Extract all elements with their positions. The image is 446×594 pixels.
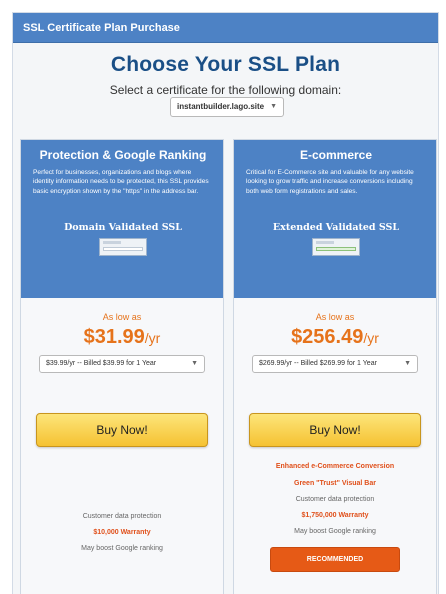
plan-description: Critical for E-Commerce site and valuabl… <box>246 169 414 195</box>
price-period: /yr <box>144 330 161 346</box>
feature-item-highlight: Green "Trust" Visual Bar <box>294 480 376 487</box>
panel-header: SSL Certificate Plan Purchase <box>13 13 438 43</box>
plan-price: $31.99/yr <box>21 326 223 349</box>
warranty-item: $1,750,000 Warranty <box>301 512 369 519</box>
chevron-down-icon: ▼ <box>191 360 198 367</box>
domain-select-value: instantbuilder.lago.site <box>177 102 265 111</box>
plan-price: $256.49/yr <box>234 326 436 349</box>
plan-title: Protection & Google Ranking <box>39 148 207 162</box>
feature-item: May boost Google ranking <box>294 528 376 535</box>
warranty-item: $10,000 Warranty <box>93 529 151 536</box>
ssl-type-label: Extended Validated SSL <box>272 222 400 233</box>
billing-term-select[interactable]: $269.99/yr -- Billed $269.99 for 1 Year … <box>252 355 418 373</box>
as-low-as-label: As low as <box>315 312 355 322</box>
buy-now-button[interactable]: Buy Now! <box>249 413 421 447</box>
ssl-purchase-panel: SSL Certificate Plan Purchase Choose You… <box>12 12 439 594</box>
plan-description: Perfect for businesses, organizations an… <box>33 169 209 195</box>
feature-item: May boost Google ranking <box>81 545 163 552</box>
plan-card-ecommerce: E-commerce Critical for E-Commerce site … <box>233 139 437 594</box>
page-subtitle: Select a certificate for the following d… <box>109 83 342 97</box>
billing-term-value: $39.99/yr -- Billed $39.99 for 1 Year <box>46 360 157 367</box>
billing-term-select[interactable]: $39.99/yr -- Billed $39.99 for 1 Year ▼ <box>39 355 205 373</box>
buy-now-button[interactable]: Buy Now! <box>36 413 208 447</box>
browser-address-bar-image <box>312 238 360 256</box>
ssl-type-label: Domain Validated SSL <box>64 222 182 233</box>
billing-term-value: $269.99/yr -- Billed $269.99 for 1 Year <box>259 360 377 367</box>
plan-card-header: E-commerce Critical for E-Commerce site … <box>234 140 436 298</box>
plan-title: E-commerce <box>299 148 373 162</box>
price-period: /yr <box>363 330 379 346</box>
browser-address-bar-image <box>99 238 147 256</box>
feature-item: Customer data protection <box>295 496 375 503</box>
feature-item-highlight: Enhanced e-Commerce Conversion <box>275 463 395 470</box>
domain-select[interactable]: instantbuilder.lago.site ▼ <box>170 97 284 117</box>
chevron-down-icon: ▼ <box>270 103 277 110</box>
page-title: Choose Your SSL Plan <box>110 53 341 76</box>
plan-card-protection: Protection & Google Ranking Perfect for … <box>20 139 224 594</box>
plan-features: Enhanced e-Commerce Conversion Green "Tr… <box>234 463 436 535</box>
plan-card-header: Protection & Google Ranking Perfect for … <box>21 140 223 298</box>
feature-item: Customer data protection <box>82 513 162 520</box>
chevron-down-icon: ▼ <box>404 360 411 367</box>
plan-features: Customer data protection $10,000 Warrant… <box>21 513 223 552</box>
recommended-badge[interactable]: RECOMMENDED <box>270 547 400 572</box>
as-low-as-label: As low as <box>102 312 142 322</box>
price-amount: $31.99 <box>83 326 145 348</box>
price-amount: $256.49 <box>291 326 364 348</box>
